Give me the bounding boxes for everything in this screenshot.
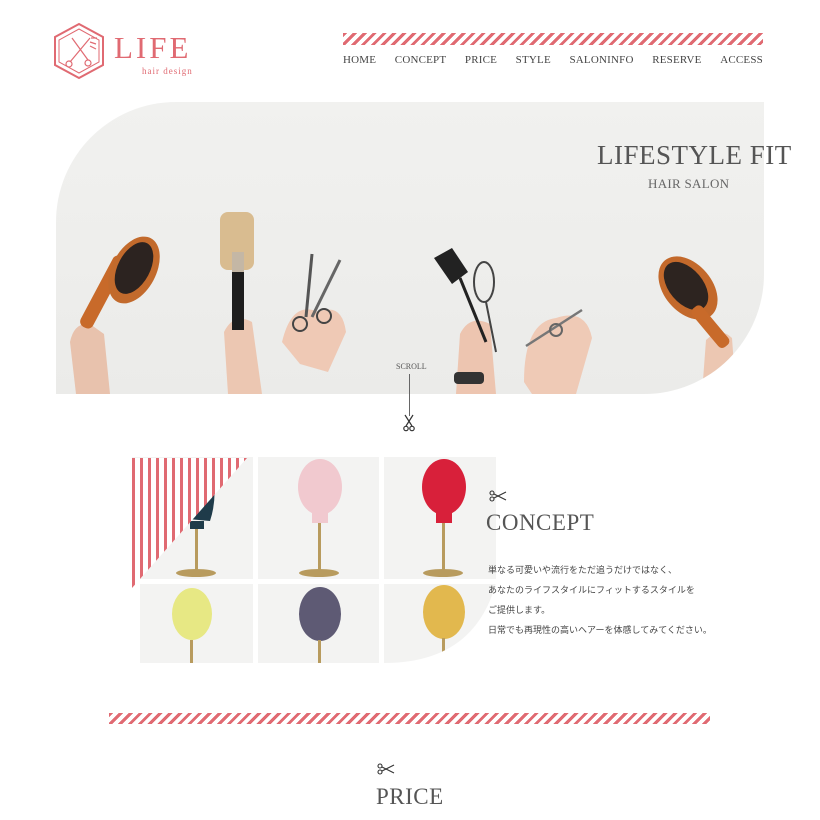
concept-body: 単なる可愛いや流行をただ追うだけではなく、 あなたのライフスタイルにフィットする… bbox=[488, 566, 728, 646]
scissors-hand bbox=[282, 253, 346, 372]
mannequin-cell bbox=[384, 457, 496, 579]
nav-home[interactable]: HOME bbox=[343, 54, 376, 66]
nav-stripe-decoration bbox=[343, 33, 763, 45]
concept-line: 日常でも再現性の高いヘアーを体感してみてください。 bbox=[488, 626, 712, 636]
scroll-label[interactable]: SCROLL bbox=[396, 362, 427, 371]
logo-title: LIFE bbox=[114, 30, 192, 65]
nav-access[interactable]: ACCESS bbox=[720, 54, 763, 66]
site-logo[interactable]: LIFE hair design bbox=[50, 22, 200, 82]
main-nav: HOME CONCEPT PRICE STYLE SALONINFO RESER… bbox=[343, 54, 763, 66]
curve-mask-decoration bbox=[384, 583, 496, 663]
paddle-brush-left bbox=[70, 236, 160, 394]
nav-saloninfo[interactable]: SALONINFO bbox=[569, 54, 633, 66]
round-brush bbox=[220, 212, 262, 394]
nav-price[interactable]: PRICE bbox=[465, 54, 497, 66]
nav-reserve[interactable]: RESERVE bbox=[652, 54, 701, 66]
price-heading: PRICE bbox=[376, 784, 444, 809]
hero-subtitle: HAIR SALON bbox=[648, 176, 730, 191]
scissors-icon bbox=[489, 490, 507, 502]
nav-style[interactable]: STYLE bbox=[516, 54, 551, 66]
scissors-icon[interactable] bbox=[402, 414, 416, 432]
logo-subtitle: hair design bbox=[142, 66, 193, 76]
concept-line: 単なる可愛いや流行をただ追うだけではなく、 bbox=[488, 566, 678, 576]
section-divider-stripe bbox=[109, 713, 710, 724]
paddle-brush-right bbox=[658, 256, 736, 394]
concept-line: ご提供します。 bbox=[488, 606, 551, 616]
scissors-hexagon-icon bbox=[54, 22, 104, 80]
mannequin-cell bbox=[258, 457, 379, 579]
hero-title: LIFESTYLE FIT bbox=[597, 140, 792, 170]
tint-brush-whisk bbox=[434, 248, 497, 394]
scissors-icon bbox=[377, 763, 395, 775]
nav-concept[interactable]: CONCEPT bbox=[395, 54, 447, 66]
mannequin-cell bbox=[140, 584, 253, 663]
scroll-line bbox=[409, 374, 410, 416]
concept-heading: CONCEPT bbox=[486, 510, 595, 535]
concept-line: あなたのライフスタイルにフィットするスタイルを bbox=[488, 586, 695, 596]
mannequin-cell bbox=[258, 584, 379, 663]
thinning-scissors-hand bbox=[524, 308, 592, 394]
